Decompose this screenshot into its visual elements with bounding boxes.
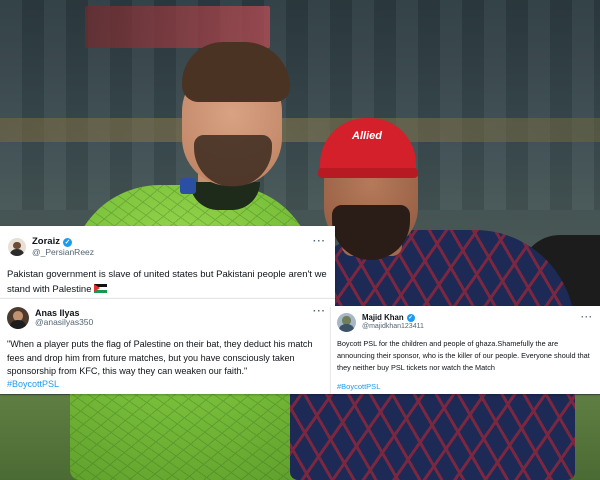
avatar[interactable] xyxy=(7,307,29,329)
more-options-icon[interactable]: ··· xyxy=(313,236,326,247)
tweet-text: Pakistan government is slave of united s… xyxy=(7,267,332,297)
user-handle[interactable]: @majidkhan123411 xyxy=(362,323,424,331)
tweet-text-content: Pakistan government is slave of united s… xyxy=(7,269,327,295)
tweet-author: Majid Khan ✓ @majidkhan123411 xyxy=(362,313,424,331)
hashtag-link[interactable]: #BoycottPSL xyxy=(337,382,380,391)
verified-badge-icon: ✓ xyxy=(62,237,72,247)
palestine-flag-icon xyxy=(93,284,107,293)
cap-sponsor-logo: Allied xyxy=(352,130,382,142)
author-name-row: Majid Khan ✓ xyxy=(362,313,424,323)
more-options-icon[interactable]: ··· xyxy=(313,306,326,317)
tweet-text: Boycott PSL for the children and people … xyxy=(337,339,590,372)
verified-badge-icon: ✓ xyxy=(406,314,415,323)
tweet-card-majid-khan[interactable]: Majid Khan ✓ @majidkhan123411 ··· Boycot… xyxy=(331,306,600,394)
user-handle[interactable]: @anasilyas350 xyxy=(35,318,93,328)
avatar-body xyxy=(9,320,27,329)
display-name[interactable]: Majid Khan xyxy=(362,313,404,323)
tweet-author: Anas Ilyas @anasilyas350 xyxy=(35,308,93,328)
tweet-header: Majid Khan ✓ @majidkhan123411 xyxy=(337,313,424,332)
tweet-card-anas-ilyas[interactable]: Anas Ilyas @anasilyas350 ··· "When a pla… xyxy=(0,298,335,394)
tweet-text: "When a player puts the flag of Palestin… xyxy=(7,339,313,376)
avatar-body xyxy=(10,249,24,257)
left-player-badge xyxy=(180,178,196,194)
tweet-header: Zoraiz ✓ @_PersianReez xyxy=(8,236,94,258)
hashtag-link[interactable]: #BoycottPSL xyxy=(7,379,59,389)
tweet-author: Zoraiz ✓ @_PersianReez xyxy=(32,236,94,258)
right-player-cap-brim xyxy=(318,168,418,178)
stadium-band xyxy=(0,118,600,142)
tweet-card-zoraiz[interactable]: Zoraiz ✓ @_PersianReez ··· Pakistan gove… xyxy=(0,226,335,298)
tweet-header: Anas Ilyas @anasilyas350 xyxy=(7,307,93,329)
avatar[interactable] xyxy=(8,238,26,257)
avatar-body xyxy=(339,324,354,332)
user-handle[interactable]: @_PersianReez xyxy=(32,247,94,258)
avatar-face xyxy=(13,310,23,321)
more-options-icon[interactable]: ··· xyxy=(581,312,593,322)
avatar[interactable] xyxy=(337,313,356,332)
